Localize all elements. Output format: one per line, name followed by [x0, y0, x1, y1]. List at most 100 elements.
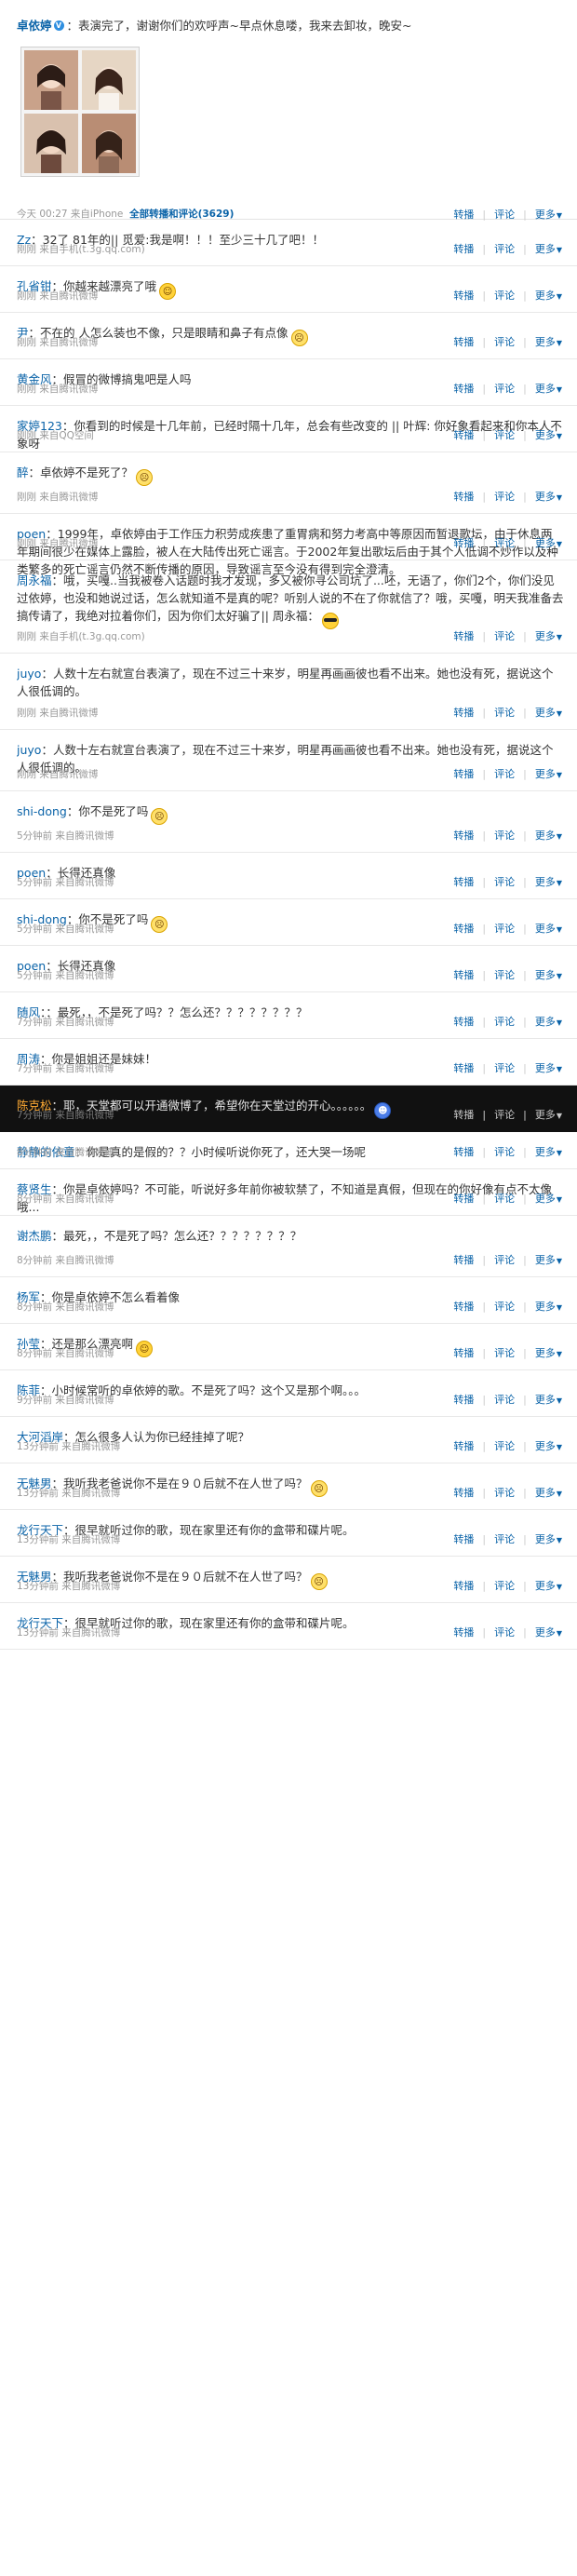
comment-button[interactable]: 评论: [494, 1487, 515, 1499]
more-button[interactable]: 更多▼: [535, 1487, 562, 1499]
comment-button[interactable]: 评论: [494, 1254, 515, 1266]
repost-button[interactable]: 转播: [453, 630, 474, 642]
comment-button[interactable]: 评论: [494, 243, 515, 255]
divider: |: [523, 537, 527, 549]
comment-button[interactable]: 评论: [494, 768, 515, 780]
comment-button[interactable]: 评论: [494, 383, 515, 395]
more-button[interactable]: 更多▼: [535, 1580, 562, 1592]
reply-author-link[interactable]: 周永福: [17, 573, 52, 587]
repost-button[interactable]: 转播: [453, 1109, 474, 1121]
repost-button[interactable]: 转播: [453, 707, 474, 719]
repost-button[interactable]: 转播: [453, 1394, 474, 1406]
comment-button[interactable]: 评论: [494, 630, 515, 642]
comment-button[interactable]: 评论: [494, 1580, 515, 1592]
reply-author-link[interactable]: juyo: [17, 743, 41, 757]
repost-button[interactable]: 转播: [453, 1254, 474, 1266]
repost-button[interactable]: 转播: [453, 429, 474, 441]
more-button[interactable]: 更多▼: [535, 429, 562, 441]
comment-button[interactable]: 评论: [494, 290, 515, 302]
repost-button[interactable]: 转播: [453, 768, 474, 780]
comment-button[interactable]: 评论: [494, 1062, 515, 1074]
comment-button[interactable]: 评论: [494, 491, 515, 503]
repost-button[interactable]: 转播: [453, 290, 474, 302]
more-button[interactable]: 更多▼: [535, 1016, 562, 1028]
divider: |: [482, 1016, 487, 1028]
comment-button[interactable]: 评论: [494, 1533, 515, 1545]
more-button[interactable]: 更多▼: [535, 1301, 562, 1313]
comment-button[interactable]: 评论: [494, 1016, 515, 1028]
more-button[interactable]: 更多▼: [535, 1347, 562, 1359]
more-button[interactable]: 更多▼: [535, 491, 562, 503]
comment-button[interactable]: 评论: [494, 876, 515, 888]
repost-button[interactable]: 转播: [453, 1193, 474, 1205]
more-button[interactable]: 更多▼: [535, 923, 562, 935]
comment-button[interactable]: 评论: [494, 1301, 515, 1313]
comment-button[interactable]: 评论: [494, 336, 515, 348]
comment-button[interactable]: 评论: [494, 1440, 515, 1452]
more-button[interactable]: 更多▼: [535, 1394, 562, 1406]
more-button[interactable]: 更多▼: [535, 1146, 562, 1158]
comment-button[interactable]: 评论: [494, 429, 515, 441]
comment-button[interactable]: 评论: [494, 829, 515, 842]
repost-button[interactable]: 转播: [453, 491, 474, 503]
comment-button[interactable]: 评论: [494, 923, 515, 935]
more-button[interactable]: 更多▼: [535, 290, 562, 302]
original-author-link[interactable]: 卓依婷: [17, 19, 52, 33]
repost-button[interactable]: 转播: [453, 923, 474, 935]
reply-author-link[interactable]: 醉: [17, 465, 29, 479]
repost-button[interactable]: 转播: [453, 1347, 474, 1359]
more-button[interactable]: 更多▼: [535, 1254, 562, 1266]
divider: |: [523, 829, 527, 842]
comment-button[interactable]: 评论: [494, 707, 515, 719]
post-thumbnail[interactable]: [20, 47, 140, 177]
repost-button[interactable]: 转播: [453, 969, 474, 981]
reply-author-link[interactable]: 谢杰鹏: [17, 1229, 52, 1243]
more-button[interactable]: 更多▼: [535, 876, 562, 888]
comment-button[interactable]: 评论: [494, 1193, 515, 1205]
repost-button[interactable]: 转播: [453, 336, 474, 348]
more-button[interactable]: 更多▼: [535, 1626, 562, 1639]
repost-button[interactable]: 转播: [453, 829, 474, 842]
comment-button[interactable]: 评论: [494, 1109, 515, 1121]
reply-meta: 7分钟前 来自腾讯微博: [17, 1017, 114, 1028]
more-button[interactable]: 更多▼: [535, 383, 562, 395]
comment-button[interactable]: 评论: [494, 1626, 515, 1639]
repost-button[interactable]: 转播: [453, 876, 474, 888]
more-button[interactable]: 更多▼: [535, 1062, 562, 1074]
more-button[interactable]: 更多▼: [535, 537, 562, 549]
repost-button[interactable]: 转播: [453, 1146, 474, 1158]
reply-item: 周涛：你是姐姐还是妹妹！ 7分钟前 来自腾讯微博 转播 | 评论 | 更多▼: [0, 1039, 577, 1086]
repost-button[interactable]: 转播: [453, 1062, 474, 1074]
reply-author-link[interactable]: juyo: [17, 667, 41, 681]
more-button[interactable]: 更多▼: [535, 630, 562, 642]
reply-author-link[interactable]: shi-dong: [17, 804, 67, 818]
more-button[interactable]: 更多▼: [535, 1533, 562, 1545]
repost-button[interactable]: 转播: [453, 383, 474, 395]
more-button[interactable]: 更多▼: [535, 829, 562, 842]
repost-button[interactable]: 转播: [453, 1016, 474, 1028]
repost-button[interactable]: 转播: [453, 1533, 474, 1545]
comment-button[interactable]: 评论: [494, 969, 515, 981]
repost-button[interactable]: 转播: [453, 537, 474, 549]
more-button[interactable]: 更多▼: [535, 1193, 562, 1205]
view-all-comments-link[interactable]: 全部转播和评论(3629): [129, 209, 234, 220]
comment-button[interactable]: 评论: [494, 1394, 515, 1406]
more-button[interactable]: 更多▼: [535, 969, 562, 981]
repost-button[interactable]: 转播: [453, 1580, 474, 1592]
more-button[interactable]: 更多▼: [535, 768, 562, 780]
more-button[interactable]: 更多▼: [535, 243, 562, 255]
more-button[interactable]: 更多▼: [535, 1109, 562, 1121]
repost-button[interactable]: 转播: [453, 1301, 474, 1313]
repost-button[interactable]: 转播: [453, 1487, 474, 1499]
more-button[interactable]: 更多▼: [535, 336, 562, 348]
original-post-body: ：表演完了，谢谢你们的欢呼声~早点休息喽，我来去卸妆，晚安~: [66, 19, 412, 33]
more-button[interactable]: 更多▼: [535, 707, 562, 719]
comment-button[interactable]: 评论: [494, 1146, 515, 1158]
repost-button[interactable]: 转播: [453, 1440, 474, 1452]
cool-emoticon-icon: [321, 613, 339, 629]
repost-button[interactable]: 转播: [453, 243, 474, 255]
more-button[interactable]: 更多▼: [535, 1440, 562, 1452]
repost-button[interactable]: 转播: [453, 1626, 474, 1639]
comment-button[interactable]: 评论: [494, 1347, 515, 1359]
comment-button[interactable]: 评论: [494, 537, 515, 549]
